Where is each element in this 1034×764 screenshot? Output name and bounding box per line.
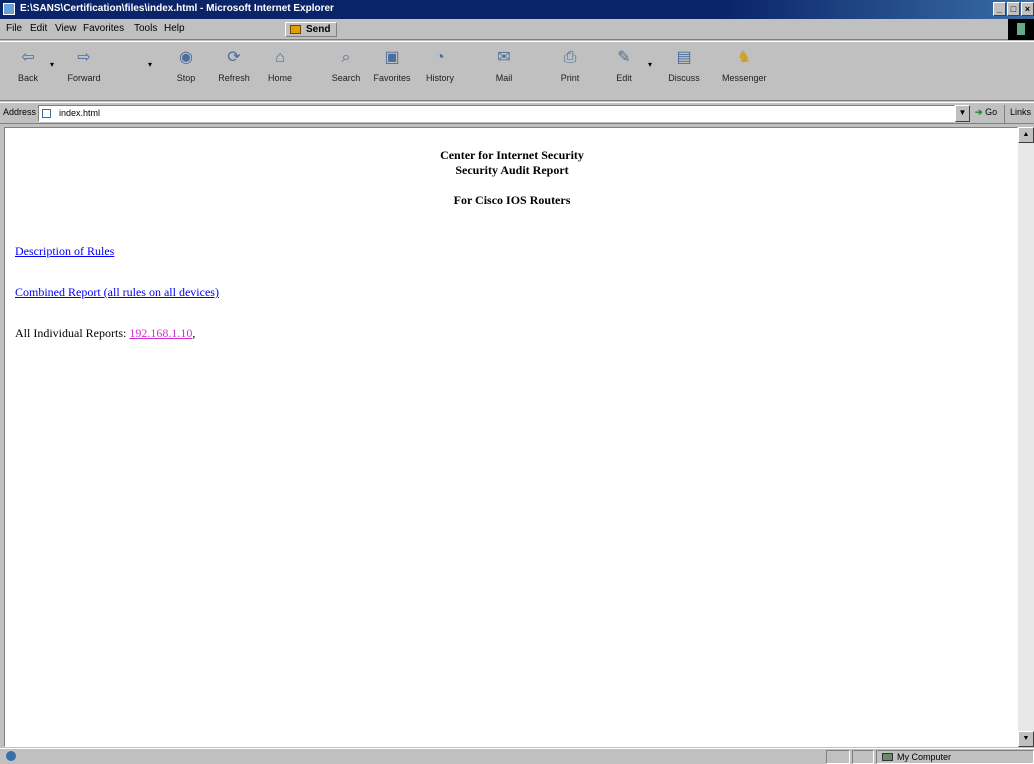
refresh-icon: ⟳: [227, 49, 241, 66]
edit-label: Edit: [616, 73, 632, 83]
back-dropdown-icon[interactable]: ▾: [50, 60, 54, 69]
scroll-up-icon[interactable]: ▲: [1018, 127, 1034, 143]
edit-icon: ✎: [617, 49, 631, 66]
forward-dropdown-icon[interactable]: ▾: [148, 60, 152, 69]
edit-button[interactable]: ✎ Edit ▾: [602, 46, 652, 98]
home-button[interactable]: ⌂ Home: [258, 46, 302, 98]
forward-arrow-icon: ⇨: [77, 49, 91, 66]
search-icon: ⌕: [341, 49, 351, 66]
ie-app-icon[interactable]: [3, 3, 15, 15]
report-heading-org: Center for Internet Security: [440, 148, 584, 162]
menu-favorites[interactable]: Favorites: [83, 23, 124, 34]
windows-logo-throbber: [1008, 19, 1034, 40]
send-button[interactable]: Send: [285, 22, 338, 37]
messenger-button[interactable]: ♞ Messenger: [722, 46, 767, 98]
individual-reports-label: All Individual Reports:: [15, 326, 127, 340]
throbber-icon: [1017, 23, 1025, 35]
back-arrow-icon: ⇦: [21, 49, 35, 66]
combined-report-link[interactable]: Combined Report (all rules on all device…: [15, 285, 219, 299]
discuss-icon: ▤: [676, 49, 692, 66]
links-button[interactable]: Links: [1004, 105, 1034, 123]
page-icon: [42, 109, 51, 118]
menu-help[interactable]: Help: [164, 23, 185, 34]
maximize-button[interactable]: □: [1007, 2, 1020, 16]
print-button[interactable]: ⎙ Print: [548, 46, 592, 98]
vertical-scrollbar[interactable]: ▲ ▼: [1018, 127, 1034, 747]
search-button[interactable]: ⌕ Search: [324, 46, 368, 98]
print-icon: ⎙: [563, 49, 577, 66]
back-label: Back: [17, 73, 38, 83]
search-label: Search: [331, 73, 361, 83]
back-button[interactable]: ⇦ Back ▾: [6, 46, 54, 98]
favorites-button[interactable]: ▣ Favorites: [370, 46, 414, 98]
menu-file[interactable]: File: [6, 23, 22, 34]
send-icon: [290, 25, 301, 34]
go-label: Go: [985, 107, 998, 117]
mail-button[interactable]: ✉ Mail: [482, 46, 526, 98]
go-button[interactable]: ➔ Go: [975, 107, 997, 118]
stop-button[interactable]: ◉ Stop: [164, 46, 208, 98]
menu-view[interactable]: View: [55, 23, 77, 34]
individual-reports-suffix: ,: [192, 326, 196, 340]
menu-bar: File Edit View Favorites Tools Help Send: [0, 19, 1034, 40]
menu-tools[interactable]: Tools: [134, 23, 157, 34]
zone-label: My Computer: [897, 752, 952, 762]
messenger-icon: ♞: [736, 49, 752, 66]
rules-description-link[interactable]: Description of Rules: [15, 244, 114, 258]
close-button[interactable]: ×: [1021, 2, 1034, 16]
individual-reports-line: All Individual Reports: 192.168.1.10,: [15, 326, 195, 341]
status-cell-progress: [826, 750, 850, 764]
mail-icon: ✉: [497, 49, 511, 66]
window-controls: _ □ ×: [993, 2, 1034, 17]
discuss-label: Discuss: [668, 73, 700, 83]
page-viewport: Center for Internet Security Security Au…: [4, 127, 1018, 747]
report-heading-title: Security Audit Report: [455, 163, 569, 177]
security-zone: My Computer: [876, 750, 1034, 764]
window-title: E:\SANS\Certification\files\index.html -…: [20, 3, 334, 14]
address-input[interactable]: index.html: [38, 105, 955, 122]
send-label: Send: [306, 24, 331, 35]
menu-edit[interactable]: Edit: [30, 23, 47, 34]
report-heading-device: For Cisco IOS Routers: [453, 193, 571, 207]
minimize-button[interactable]: _: [993, 2, 1006, 16]
address-label: Address: [3, 107, 37, 117]
address-bar: Address index.html ▼ ➔ Go Links: [0, 102, 1034, 124]
go-arrow-icon: ➔: [975, 107, 983, 117]
home-label: Home: [267, 73, 292, 83]
status-bar: My Computer: [0, 748, 1034, 764]
mail-label: Mail: [495, 73, 513, 83]
history-label: History: [425, 73, 454, 83]
standard-toolbar: ⇦ Back ▾ ⇨ Forward ▾ ◉ Stop ⟳ Refresh ⌂ …: [0, 41, 1034, 101]
page-status-icon: [6, 751, 16, 761]
messenger-label: Messenger: [722, 73, 767, 83]
favorites-label: Favorites: [373, 73, 411, 83]
address-dropdown-button[interactable]: ▼: [955, 105, 970, 122]
refresh-button[interactable]: ⟳ Refresh: [212, 46, 256, 98]
scroll-down-icon[interactable]: ▼: [1018, 731, 1034, 747]
my-computer-icon: [882, 753, 893, 761]
stop-label: Stop: [176, 73, 196, 83]
history-icon: ◔: [435, 49, 445, 66]
home-icon: ⌂: [275, 49, 285, 66]
edit-dropdown-icon[interactable]: ▾: [648, 60, 652, 69]
print-label: Print: [560, 73, 580, 83]
title-bar: E:\SANS\Certification\files\index.html -…: [0, 0, 1034, 19]
forward-label: Forward: [67, 73, 101, 83]
history-button[interactable]: ◔ History: [418, 46, 462, 98]
stop-icon: ◉: [179, 49, 193, 66]
refresh-label: Refresh: [218, 73, 250, 83]
status-cell-security: [852, 750, 874, 764]
discuss-button[interactable]: ▤ Discuss: [662, 46, 706, 98]
address-value: index.html: [59, 108, 101, 118]
forward-button[interactable]: ⇨ Forward ▾: [62, 46, 152, 98]
favorites-icon: ▣: [384, 49, 400, 66]
device-report-link[interactable]: 192.168.1.10: [129, 326, 192, 340]
